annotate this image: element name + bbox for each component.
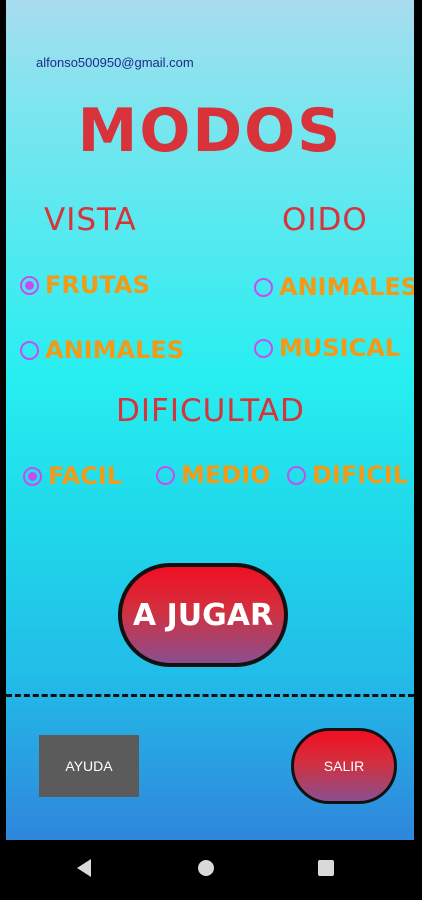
radio-selected-icon bbox=[20, 275, 39, 295]
vista-option-label: FRUTAS bbox=[45, 271, 150, 299]
play-button[interactable]: A JUGAR bbox=[118, 563, 288, 667]
oido-option-musical[interactable]: MUSICAL bbox=[254, 334, 400, 362]
help-button[interactable]: AYUDA bbox=[39, 735, 139, 797]
dificultad-option-medio[interactable]: MEDIO bbox=[156, 461, 271, 489]
oido-option-label: ANIMALES bbox=[279, 273, 414, 301]
radio-unselected-icon bbox=[254, 338, 273, 358]
vista-option-animales[interactable]: ANIMALES bbox=[20, 336, 184, 364]
radio-unselected-icon bbox=[156, 465, 175, 485]
android-nav-bar bbox=[0, 840, 422, 900]
vista-option-frutas[interactable]: FRUTAS bbox=[20, 271, 150, 299]
radio-selected-icon bbox=[23, 466, 42, 486]
radio-unselected-icon bbox=[254, 277, 273, 297]
screen-edge-right bbox=[414, 0, 422, 840]
exit-button[interactable]: SALIR bbox=[291, 728, 397, 804]
back-icon[interactable] bbox=[77, 859, 91, 877]
recent-apps-icon[interactable] bbox=[318, 860, 334, 876]
divider bbox=[6, 694, 414, 697]
dificultad-option-label: DIFICIL bbox=[312, 461, 409, 489]
oido-option-label: MUSICAL bbox=[279, 334, 401, 362]
dificultad-heading: DIFICULTAD bbox=[116, 393, 305, 429]
oido-option-animales[interactable]: ANIMALES bbox=[254, 273, 414, 301]
vista-heading: VISTA bbox=[44, 202, 137, 238]
dificultad-option-facil[interactable]: FACIL bbox=[23, 462, 122, 490]
page-title: MODOS bbox=[77, 96, 343, 166]
radio-unselected-icon bbox=[287, 465, 306, 485]
app-screen: alfonso500950@gmail.com MODOS VISTA OIDO… bbox=[6, 0, 414, 840]
dificultad-option-label: FACIL bbox=[48, 462, 123, 490]
dificultad-option-dificil[interactable]: DIFICIL bbox=[287, 461, 408, 489]
oido-heading: OIDO bbox=[282, 202, 368, 238]
home-icon[interactable] bbox=[198, 860, 214, 876]
radio-unselected-icon bbox=[20, 340, 39, 360]
dificultad-option-label: MEDIO bbox=[181, 461, 271, 489]
user-email: alfonso500950@gmail.com bbox=[36, 55, 194, 70]
vista-option-label: ANIMALES bbox=[45, 336, 185, 364]
